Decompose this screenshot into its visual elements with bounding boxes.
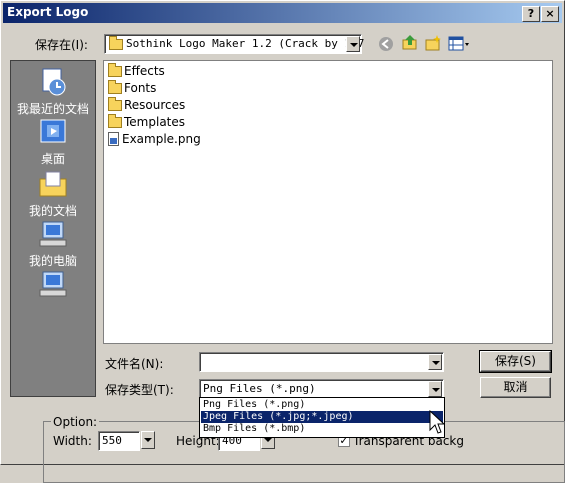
my-documents-icon — [39, 171, 67, 197]
folder-icon — [108, 96, 122, 111]
place-my-documents[interactable]: 我的文档 — [11, 169, 95, 219]
filetype-option-png[interactable]: Png Files (*.png) — [201, 399, 443, 411]
filename-label: 文件名(N): — [105, 357, 164, 371]
filetype-label: 保存类型(T): — [105, 383, 174, 397]
view-menu-icon[interactable] — [448, 35, 472, 53]
help-button[interactable]: ? — [522, 6, 540, 22]
folder-icon — [108, 79, 122, 94]
file-name: Fonts — [124, 81, 157, 95]
option-group-label: Option: — [51, 415, 100, 429]
file-name: Templates — [124, 115, 186, 129]
place-label: 我最近的文档 — [16, 102, 89, 116]
png-file-icon — [108, 132, 119, 146]
desktop-icon — [40, 119, 66, 143]
width-label: Width: — [53, 434, 92, 448]
folder-icon — [108, 113, 122, 128]
filetype-value: Png Files (*.png) — [203, 382, 316, 395]
network-places-icon — [39, 271, 67, 297]
filename-input[interactable] — [199, 352, 444, 372]
recent-docs-icon — [42, 68, 66, 96]
look-in-dropdown-button[interactable] — [346, 36, 360, 52]
place-label: 桌面 — [40, 152, 65, 166]
look-in-combo[interactable]: Sothink Logo Maker 1.2 (Crack by 167 — [104, 34, 365, 54]
list-item[interactable]: Resources — [108, 96, 186, 113]
file-name: Resources — [124, 98, 186, 112]
export-logo-dialog: Export Logo ? × 保存在(I): Sothink Logo Mak… — [0, 0, 565, 483]
filetype-option-jpeg[interactable]: Jpeg Files (*.jpg;*.jpeg) — [201, 411, 443, 423]
place-network[interactable] — [11, 269, 95, 302]
filename-dropdown-button[interactable] — [428, 354, 442, 370]
file-name: Example.png — [122, 132, 201, 146]
close-button[interactable]: × — [541, 6, 559, 22]
window-title: Export Logo — [7, 5, 89, 19]
mouse-cursor-icon — [429, 410, 445, 434]
filetype-option-bmp[interactable]: Bmp Files (*.bmp) — [201, 423, 443, 435]
new-folder-icon[interactable] — [424, 34, 442, 52]
folder-icon — [109, 36, 123, 50]
filetype-dropdown-list[interactable]: Png Files (*.png) Jpeg Files (*.jpg;*.jp… — [199, 397, 445, 438]
list-item[interactable]: Effects — [108, 62, 165, 79]
file-name: Effects — [124, 64, 165, 78]
list-item[interactable]: Example.png — [108, 131, 201, 147]
list-item[interactable]: Templates — [108, 113, 186, 130]
place-label: 我的文档 — [28, 204, 77, 218]
list-item[interactable]: Fonts — [108, 79, 157, 96]
save-button[interactable]: 保存(S) — [479, 350, 552, 373]
title-bar[interactable]: Export Logo ? × — [3, 3, 562, 23]
cancel-button[interactable]: 取消 — [480, 377, 551, 398]
width-input[interactable]: 550 — [98, 431, 140, 451]
filetype-dropdown-button[interactable] — [428, 381, 442, 397]
place-recent-documents[interactable]: 我最近的文档 — [11, 67, 95, 117]
place-my-computer[interactable]: 我的电脑 — [11, 219, 95, 269]
folder-icon — [108, 62, 122, 77]
up-folder-icon[interactable] — [401, 33, 419, 51]
back-icon[interactable] — [377, 35, 395, 53]
place-desktop[interactable]: 桌面 — [11, 117, 95, 167]
places-bar: 我最近的文档 桌面 我的文档 我的电脑 — [10, 60, 96, 397]
place-label: 我的电脑 — [28, 254, 77, 268]
look-in-value: Sothink Logo Maker 1.2 (Crack by 167 — [126, 37, 365, 50]
filetype-select[interactable]: Png Files (*.png) — [199, 379, 444, 399]
my-computer-icon — [39, 221, 67, 247]
look-in-label: 保存在(I): — [35, 38, 88, 52]
width-spinner[interactable] — [141, 431, 155, 449]
width-value: 550 — [102, 434, 122, 447]
file-list[interactable]: Effects Fonts Resources Templates Exampl… — [103, 60, 553, 344]
